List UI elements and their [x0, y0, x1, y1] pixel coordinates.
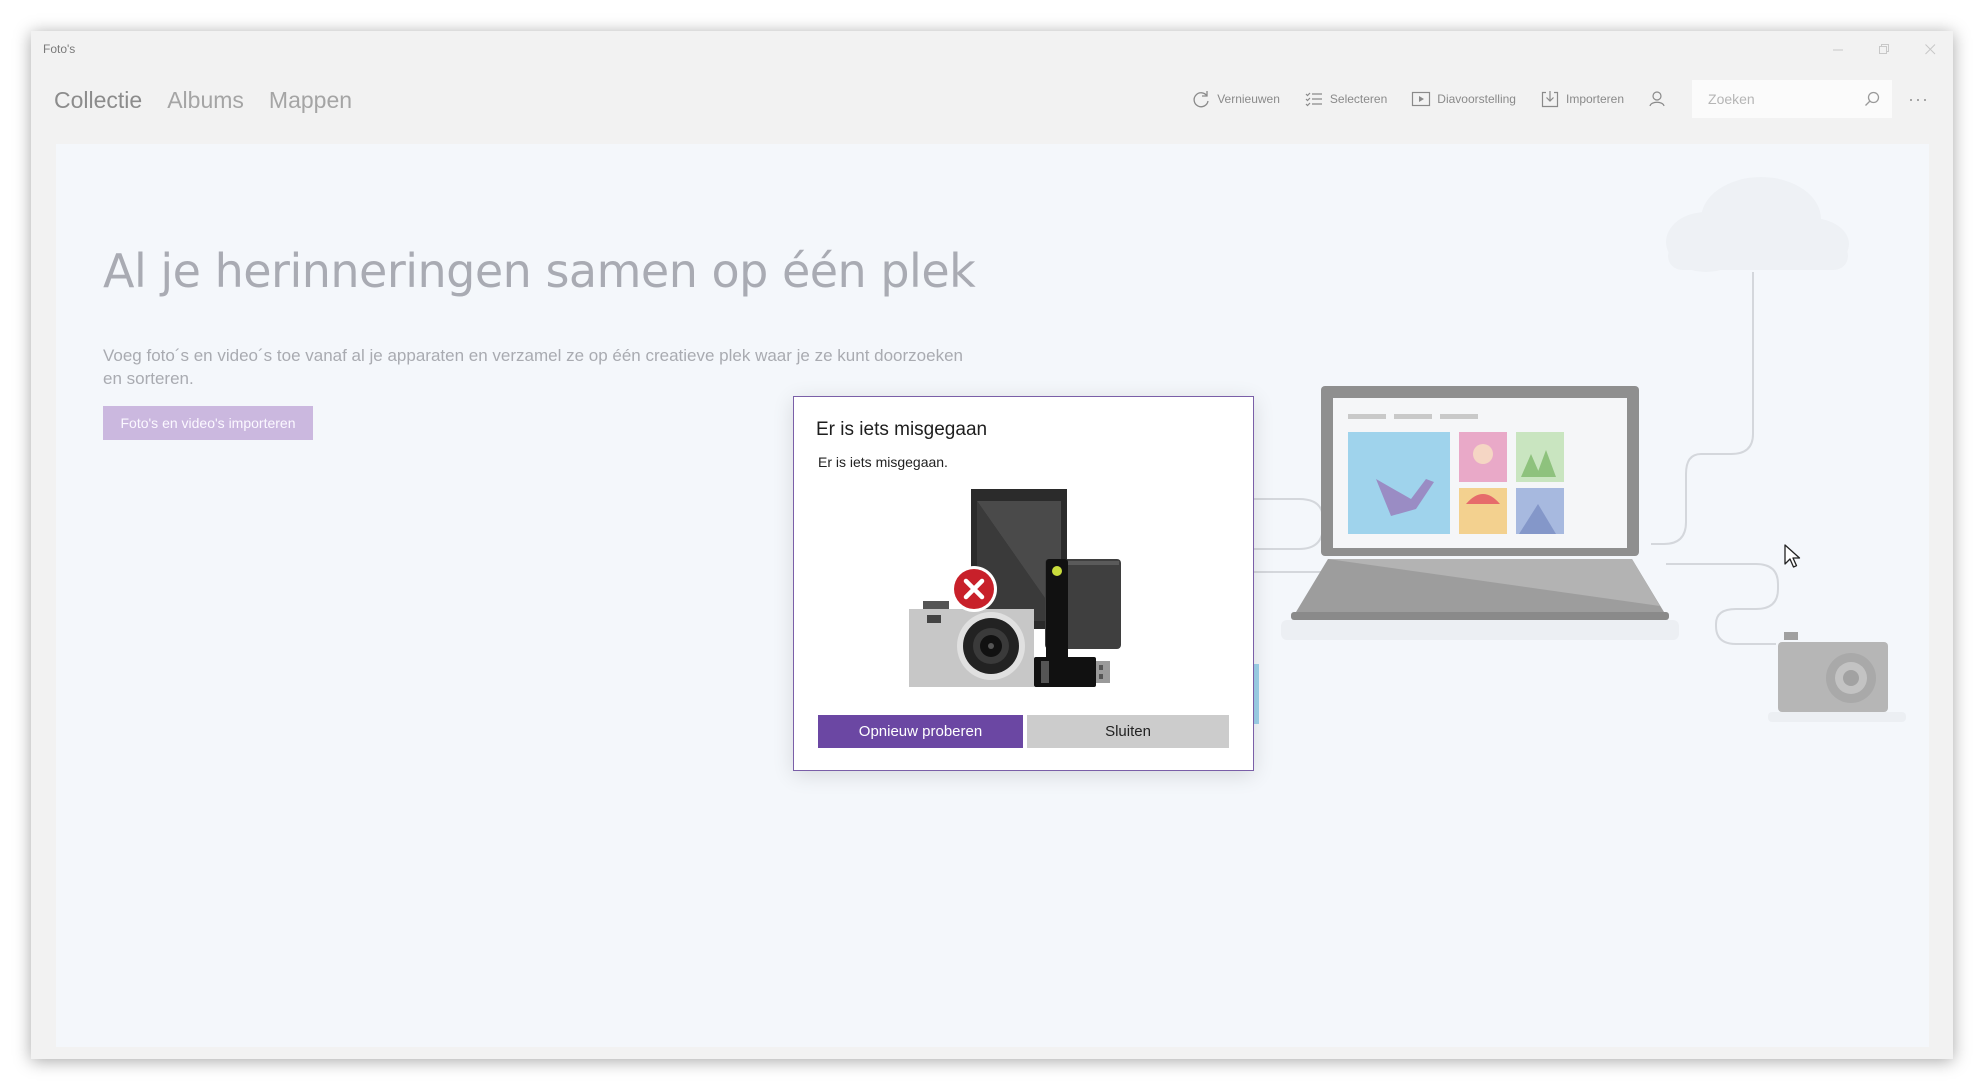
refresh-icon: [1193, 91, 1209, 108]
slideshow-label: Diavoorstelling: [1437, 92, 1516, 106]
camera-illustration: [1768, 632, 1906, 722]
title-bar[interactable]: Foto's: [31, 31, 1953, 67]
tab-albums[interactable]: Albums: [167, 87, 244, 114]
import-icon: [1541, 91, 1559, 108]
account-button[interactable]: [1648, 89, 1668, 109]
person-icon: [1649, 91, 1665, 107]
minimize-icon: [1832, 49, 1843, 50]
import-label: Importeren: [1565, 92, 1625, 106]
navigation-bar: Collectie Albums Mappen Vernieuwen Selec…: [31, 67, 1953, 151]
retry-button[interactable]: Opnieuw proberen: [818, 715, 1023, 748]
error-x-icon: [951, 566, 997, 612]
close-icon: [1924, 43, 1935, 54]
device-error-illustration: [909, 489, 1121, 687]
slideshow-icon: [1412, 91, 1431, 107]
select-button[interactable]: Selecteren: [1304, 89, 1387, 109]
search-input[interactable]: [1708, 91, 1859, 107]
select-label: Selecteren: [1329, 92, 1388, 106]
import-toolbar-button[interactable]: Importeren: [1540, 89, 1624, 109]
error-dialog: Er is iets misgegaan Er is iets misgegaa…: [793, 396, 1254, 771]
dialog-title: Er is iets misgegaan: [816, 419, 988, 440]
search-icon[interactable]: [1864, 91, 1880, 107]
photos-app-window: Foto's Collectie Albums Mappen Vernieuwe…: [31, 31, 1953, 1059]
maximize-button[interactable]: [1861, 31, 1907, 67]
tab-collectie[interactable]: Collectie: [54, 87, 142, 114]
search-box[interactable]: [1692, 80, 1893, 118]
close-window-button[interactable]: [1907, 31, 1953, 67]
more-icon: ···: [1908, 88, 1929, 109]
restore-icon: [1878, 43, 1889, 54]
minimize-button[interactable]: [1815, 31, 1861, 67]
command-bar: Vernieuwen Selecteren Diavoorstelling Im…: [1167, 80, 1929, 118]
window-controls: [1815, 31, 1953, 67]
more-options-button[interactable]: ···: [1908, 89, 1929, 110]
tab-mappen[interactable]: Mappen: [269, 87, 352, 114]
refresh-label: Vernieuwen: [1217, 92, 1280, 106]
slideshow-button[interactable]: Diavoorstelling: [1411, 89, 1516, 109]
refresh-button[interactable]: Vernieuwen: [1191, 89, 1280, 109]
collection-tabs: Collectie Albums Mappen: [54, 87, 352, 114]
laptop-illustration: [1281, 386, 1679, 640]
cloud-illustration: [1666, 177, 1849, 272]
select-list-icon: [1305, 92, 1322, 107]
close-dialog-button[interactable]: Sluiten: [1027, 715, 1229, 748]
mouse-cursor-icon: [1784, 544, 1801, 568]
app-title: Foto's: [43, 42, 76, 56]
dialog-message: Er is iets misgegaan.: [818, 454, 948, 470]
